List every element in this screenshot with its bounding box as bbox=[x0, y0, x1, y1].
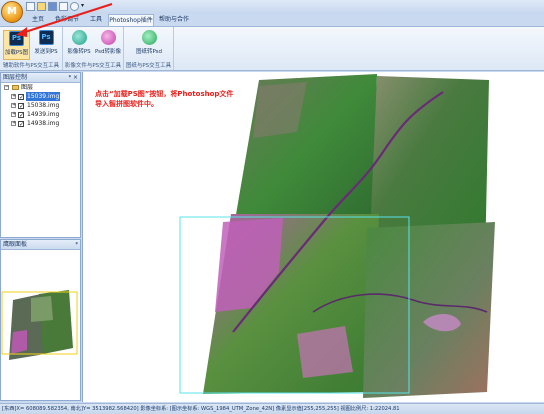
layer-root-row[interactable]: − 图层 bbox=[1, 83, 80, 92]
overview-panel: 鹰眼面板 ᵠ bbox=[0, 239, 81, 401]
collapse-icon[interactable]: − bbox=[4, 85, 9, 90]
layer-name[interactable]: 15038.img bbox=[27, 101, 59, 110]
load-ps-image-label: 加载PS图 bbox=[4, 50, 29, 56]
overview-panel-title: 鹰眼面板 bbox=[3, 241, 28, 248]
tab-help-cooperation[interactable]: 帮助与合作 bbox=[156, 14, 192, 26]
layer-row[interactable]: + ✓ 14938.img bbox=[1, 119, 80, 128]
layer-visibility-checkbox[interactable]: ✓ bbox=[18, 111, 24, 118]
image-tile bbox=[233, 74, 377, 232]
status-text: [东西]X= 608089.582354, 南北]Y= 3513982.5684… bbox=[2, 406, 400, 412]
map-view[interactable]: 点击“加载PS图”按钮，将Photoshop文件 导入智拼图软件中。 bbox=[82, 72, 544, 402]
annotation-note: 点击“加载PS图”按钮，将Photoshop文件 导入智拼图软件中。 bbox=[95, 89, 233, 109]
ribbon-group-caption: 影像文件与PS交互工具 bbox=[64, 63, 122, 69]
annotation-arrow bbox=[16, 3, 113, 37]
overview-panel-header: 鹰眼面板 ᵠ bbox=[1, 240, 80, 250]
layer-panel-title: 图层控制 bbox=[3, 74, 28, 81]
layer-row[interactable]: + ✓ 14939.img bbox=[1, 110, 80, 119]
layer-name[interactable]: 14938.img bbox=[27, 119, 59, 128]
panel-pin-close-icon[interactable]: ᵠ × bbox=[69, 73, 78, 83]
expand-icon[interactable]: + bbox=[11, 121, 16, 126]
layer-row[interactable]: + ✓ 15039.img bbox=[1, 92, 80, 101]
layer-control-panel: 图层控制 ᵠ × − 图层 + ✓ 15039.img + ✓ 15038.im… bbox=[0, 72, 81, 238]
ribbon-group-caption: 图纸与PS交互工具 bbox=[125, 63, 172, 69]
layer-row[interactable]: + ✓ 15038.img bbox=[1, 101, 80, 110]
layer-root-label: 图层 bbox=[21, 84, 34, 91]
layer-name[interactable]: 14939.img bbox=[27, 110, 59, 119]
image-tile bbox=[363, 222, 495, 398]
expand-icon[interactable]: + bbox=[11, 112, 16, 117]
layer-visibility-checkbox[interactable]: ✓ bbox=[18, 93, 24, 100]
overview-map[interactable] bbox=[1, 250, 80, 400]
drawing-to-psd-button[interactable]: 图纸转Psd bbox=[134, 30, 164, 60]
annotation-line-1: 点击“加载PS图”按钮，将Photoshop文件 bbox=[95, 90, 234, 98]
status-bar: [东西]X= 608089.582354, 南北]Y= 3513982.5684… bbox=[0, 403, 544, 414]
terrain-region bbox=[297, 326, 353, 378]
ribbon-group-drawing-ps: 图纸转Psd 图纸与PS交互工具 bbox=[124, 27, 174, 70]
ribbon-group-caption: 辅助软件与PS交互工具 bbox=[2, 63, 60, 69]
overview-tile bbox=[11, 330, 27, 354]
layer-name[interactable]: 15039.img bbox=[26, 92, 61, 101]
annotation-line-2: 导入智拼图软件中。 bbox=[95, 100, 158, 108]
folder-icon bbox=[12, 85, 19, 90]
overview-tile bbox=[31, 296, 53, 322]
drawing-to-psd-label: 图纸转Psd bbox=[135, 49, 163, 55]
satellite-mosaic[interactable] bbox=[83, 72, 544, 402]
layer-visibility-checkbox[interactable]: ✓ bbox=[18, 120, 24, 127]
panel-pin-icon[interactable]: ᵠ bbox=[76, 240, 79, 250]
layer-panel-header: 图层控制 ᵠ × bbox=[1, 73, 80, 83]
layer-visibility-checkbox[interactable]: ✓ bbox=[18, 102, 24, 109]
drawing-to-psd-icon bbox=[141, 30, 157, 45]
expand-icon[interactable]: + bbox=[11, 94, 16, 99]
expand-icon[interactable]: + bbox=[11, 103, 16, 108]
